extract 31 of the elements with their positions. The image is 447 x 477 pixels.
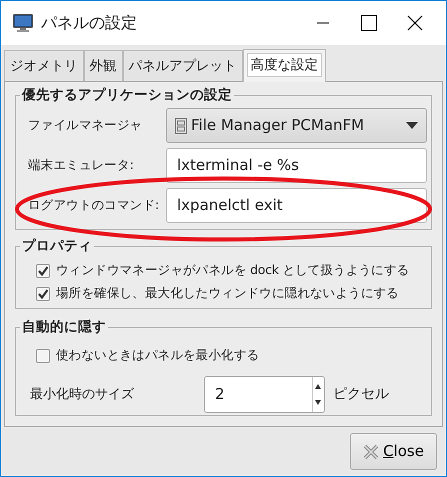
- tab[interactable]: 高度な設定: [242, 49, 326, 82]
- size-label: 最小化時のサイズ: [30, 386, 135, 404]
- caret-icon: [406, 122, 418, 129]
- monitor-icon: [13, 14, 33, 32]
- tab[interactable]: パネルアプレット: [122, 50, 242, 81]
- checkbox[interactable]: [36, 264, 50, 278]
- checkbox-label: 場所を確保し、最大化したウィンドウに隠れないようにする: [56, 284, 399, 302]
- maximize-icon: [361, 15, 377, 31]
- unit-label: ピクセル: [333, 385, 389, 404]
- checkbox[interactable]: [36, 348, 50, 362]
- window-title: パネルの設定: [41, 12, 138, 34]
- close-icon: [363, 444, 380, 460]
- close-dialog-button[interactable]: Close: [350, 433, 437, 470]
- field-label: 端末エミュレータ:: [28, 156, 135, 174]
- checkbox[interactable]: [36, 286, 50, 300]
- tab[interactable]: 外観: [84, 50, 122, 81]
- checkbox-label: ウィンドウマネージャがパネルを dock として扱うようにする: [56, 261, 410, 280]
- drawer-icon: [175, 118, 187, 134]
- group-title: 自動的に隠す: [20, 317, 108, 337]
- field-label: ログアウトのコマンド:: [28, 196, 160, 214]
- input-field[interactable]: lxpanelctl exit: [166, 188, 427, 223]
- spin-arrows-icon: [312, 377, 324, 412]
- input-field[interactable]: lxterminal -e %s: [166, 148, 427, 183]
- close-icon: [407, 15, 423, 31]
- checkbox-label: 使わないときはパネルを最小化する: [56, 346, 260, 364]
- minimize-icon: [317, 22, 329, 24]
- size-spinner[interactable]: 2: [204, 376, 325, 413]
- tab[interactable]: ジオメトリ: [4, 50, 84, 81]
- file-manager-dropdown[interactable]: File Manager PCManFM: [166, 108, 427, 143]
- field-label: ファイルマネージャ: [28, 116, 144, 134]
- group-title: 優先するアプリケーションの設定: [20, 85, 234, 105]
